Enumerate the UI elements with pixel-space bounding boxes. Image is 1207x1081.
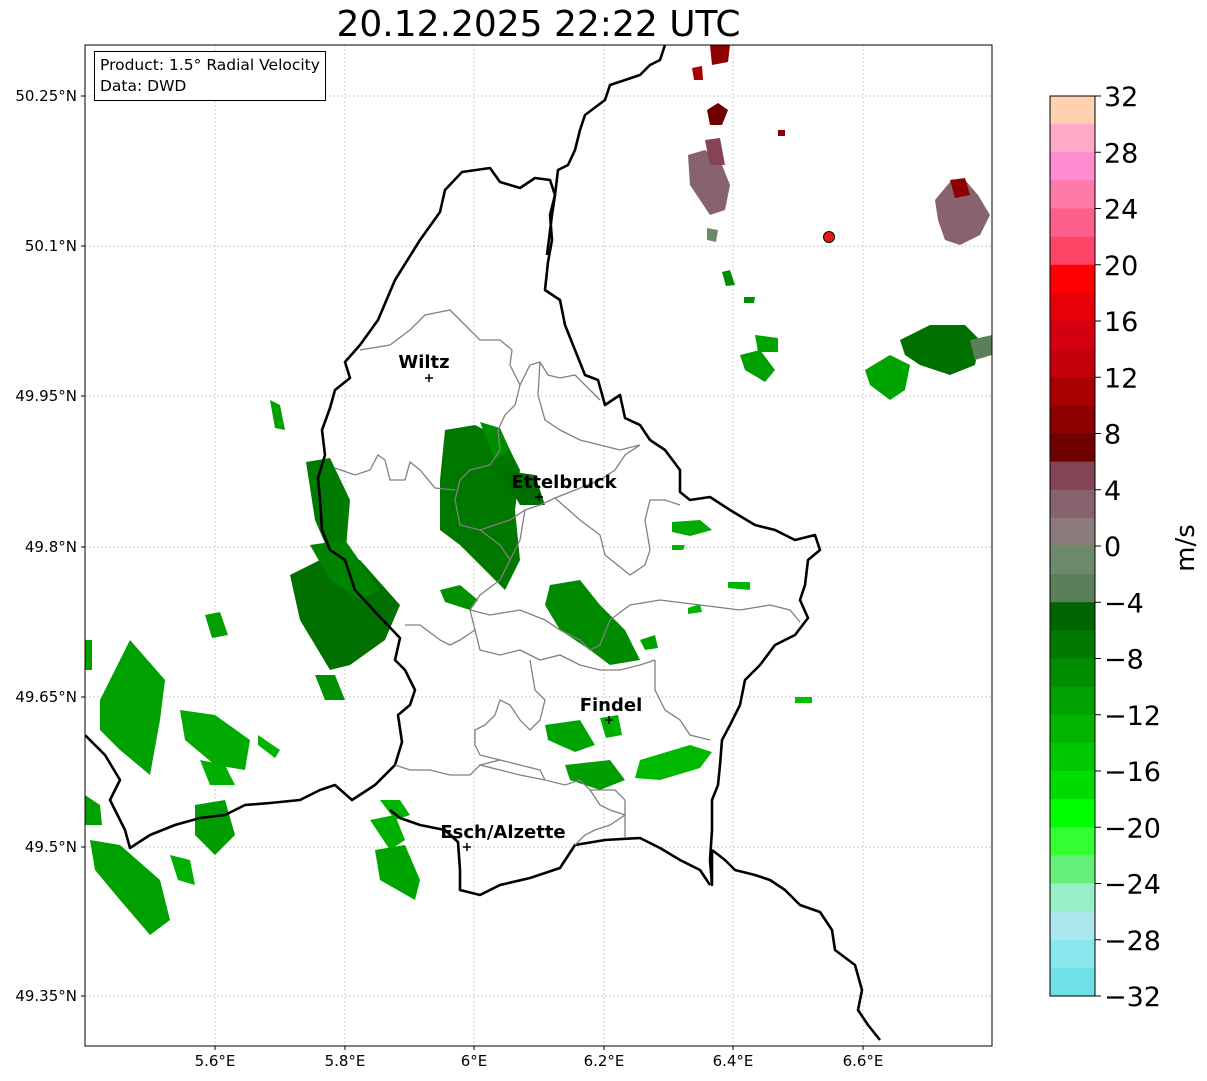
x-tick-label: 5.8°E xyxy=(325,1052,366,1070)
x-tick-label: 5.6°E xyxy=(195,1052,236,1070)
colorbar-tick-label: 8 xyxy=(1104,420,1121,451)
colorbar-swatch xyxy=(1050,152,1095,181)
colorbar-tick-label: 24 xyxy=(1104,195,1138,226)
map-frame xyxy=(84,44,993,1047)
colorbar-tick-label: −16 xyxy=(1104,757,1161,788)
city-marker-wiltz xyxy=(425,374,433,382)
y-tick-label: 50.25°N xyxy=(15,87,77,105)
y-tick-label: 49.65°N xyxy=(15,688,77,706)
product-label: Product: 1.5° Radial Velocity xyxy=(100,56,320,74)
y-tick-label: 49.8°N xyxy=(25,538,77,556)
colorbar-swatch xyxy=(1050,96,1095,125)
colorbar-swatch xyxy=(1050,799,1095,828)
city-label-wiltz: Wiltz xyxy=(398,352,449,373)
colorbar-swatch xyxy=(1050,574,1095,603)
colorbar-swatch xyxy=(1050,180,1095,210)
y-tick-label: 49.35°N xyxy=(15,987,77,1005)
colorbar-swatch xyxy=(1050,208,1095,238)
colorbar-swatch xyxy=(1050,827,1095,856)
colorbar-tick-label: −28 xyxy=(1104,926,1161,957)
colorbar-swatch xyxy=(1050,771,1095,800)
map-title: 20.12.2025 22:22 UTC xyxy=(336,4,741,45)
colorbar-tick-label: 16 xyxy=(1104,307,1138,338)
x-tick-label: 6.6°E xyxy=(843,1052,884,1070)
city-label-ettelbruck: Ettelbruck xyxy=(511,472,617,493)
colorbar-swatch xyxy=(1050,602,1095,631)
colorbar-swatch xyxy=(1050,967,1095,997)
radar-site-marker xyxy=(823,231,835,243)
x-tick-label: 6.4°E xyxy=(713,1052,754,1070)
city-marker-esch xyxy=(463,843,471,851)
colorbar-ticks: 32 28 24 20 16 12 8 4 0 −4 −8 −12 −16 −20 −24 −28 −32 xyxy=(1095,82,1161,1013)
city-label-esch: Esch/Alzette xyxy=(440,822,565,843)
colorbar-swatch xyxy=(1050,714,1095,744)
colorbar-tick-label: 28 xyxy=(1104,138,1138,169)
colorbar-swatch xyxy=(1050,124,1095,153)
product-info-box: Product: 1.5° Radial Velocity Data: DWD xyxy=(94,51,326,101)
colorbar-tick-label: −24 xyxy=(1104,870,1161,901)
colorbar-swatch xyxy=(1050,911,1095,941)
colorbar-swatch xyxy=(1050,517,1095,547)
data-source-label: Data: DWD xyxy=(100,77,187,95)
colorbar-swatch xyxy=(1050,489,1095,519)
colorbar-swatch xyxy=(1050,292,1095,322)
colorbar-swatch xyxy=(1050,461,1095,491)
colorbar-tick-label: −32 xyxy=(1104,982,1161,1013)
colorbar-swatch xyxy=(1050,939,1095,969)
colorbar-swatch xyxy=(1050,349,1095,378)
y-axis: 50.25°N 50.1°N 49.95°N 49.8°N 49.65°N 49… xyxy=(15,87,85,1005)
colorbar-tick-label: −4 xyxy=(1104,588,1144,619)
city-label-findel: Findel xyxy=(580,695,643,716)
colorbar-swatch xyxy=(1050,883,1095,913)
colorbar-swatch xyxy=(1050,433,1095,463)
colorbar-swatch xyxy=(1050,236,1095,266)
colorbar-tick-label: 12 xyxy=(1104,363,1138,394)
colorbar-tick-label: −20 xyxy=(1104,813,1161,844)
colorbar-swatch xyxy=(1050,630,1095,660)
colorbar-swatch xyxy=(1050,658,1095,688)
colorbar-swatch xyxy=(1050,405,1095,435)
y-tick-label: 49.95°N xyxy=(15,387,77,405)
colorbar-swatch xyxy=(1050,321,1095,350)
colorbar-tick-label: 4 xyxy=(1104,476,1121,507)
colorbar-tick-label: −8 xyxy=(1104,645,1144,676)
colorbar-unit-label: m/s xyxy=(1171,524,1201,572)
colorbar-tick-label: −12 xyxy=(1104,701,1161,732)
colorbar-swatch xyxy=(1050,546,1095,575)
x-tick-label: 6.2°E xyxy=(584,1052,625,1070)
radar-map: Wiltz Ettelbruck Findel Esch/Alzette 5.6… xyxy=(15,44,1161,1070)
colorbar-swatch xyxy=(1050,264,1095,294)
colorbar xyxy=(1050,96,1095,997)
colorbar-swatch xyxy=(1050,686,1095,716)
colorbar-swatch xyxy=(1050,855,1095,885)
y-tick-label: 50.1°N xyxy=(25,237,77,255)
colorbar-tick-label: 0 xyxy=(1104,532,1121,563)
colorbar-swatch xyxy=(1050,377,1095,406)
colorbar-swatch xyxy=(1050,742,1095,772)
colorbar-tick-label: 32 xyxy=(1104,82,1138,113)
x-axis: 5.6°E 5.8°E 6°E 6.2°E 6.4°E 6.6°E xyxy=(195,1046,884,1070)
x-tick-label: 6°E xyxy=(461,1052,488,1070)
grid-lines xyxy=(85,45,992,1046)
y-tick-label: 49.5°N xyxy=(25,838,77,856)
colorbar-tick-label: 20 xyxy=(1104,251,1138,282)
